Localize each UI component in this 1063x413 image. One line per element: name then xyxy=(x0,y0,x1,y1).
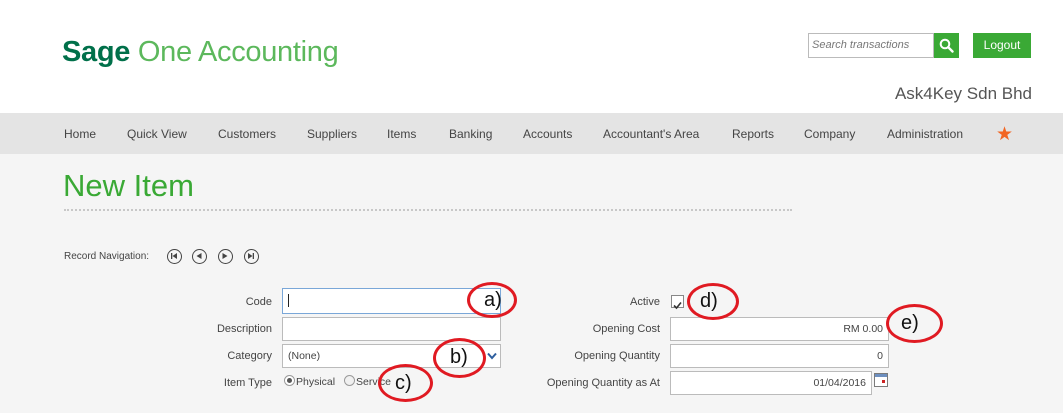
nav-banking[interactable]: Banking xyxy=(449,127,492,141)
last-record-button[interactable] xyxy=(244,249,259,264)
annotation-label-e: e) xyxy=(901,312,919,334)
annotation-label-d: d) xyxy=(700,290,718,312)
app-logo[interactable]: Sage One Accounting xyxy=(62,36,339,69)
description-label: Description xyxy=(216,323,272,335)
active-label: Active xyxy=(630,296,660,308)
search-button[interactable] xyxy=(934,33,959,58)
page-title: New Item xyxy=(63,168,194,203)
title-divider xyxy=(64,209,792,211)
item-type-label: Item Type xyxy=(223,377,272,389)
header: Sage One Accounting Search transactions … xyxy=(0,0,1063,113)
physical-label: Physical xyxy=(296,376,336,388)
dropdown-arrow-icon xyxy=(487,352,497,360)
annotation-label-b: b) xyxy=(450,346,468,368)
main-nav: Home Quick View Customers Suppliers Item… xyxy=(0,113,1063,154)
radio-unselected-icon xyxy=(344,375,355,386)
nav-company[interactable]: Company xyxy=(804,127,855,141)
nav-customers[interactable]: Customers xyxy=(218,127,276,141)
previous-record-icon xyxy=(196,253,202,259)
search-input[interactable]: Search transactions xyxy=(808,33,934,58)
calendar-icon[interactable] xyxy=(874,373,888,387)
next-record-button[interactable] xyxy=(218,249,233,264)
category-value: (None) xyxy=(288,350,321,362)
company-name: Ask4Key Sdn Bhd xyxy=(894,84,1032,103)
opening-quantity-as-at-label: Opening Quantity as At xyxy=(546,377,660,389)
nav-items[interactable]: Items xyxy=(387,127,416,141)
logo-brand: Sage xyxy=(62,36,131,68)
record-navigation-label: Record Navigation: xyxy=(64,251,150,262)
previous-record-button[interactable] xyxy=(192,249,207,264)
category-label: Category xyxy=(227,350,272,362)
logout-button[interactable]: Logout xyxy=(973,33,1031,58)
search-icon xyxy=(939,38,954,53)
opening-quantity-label: Opening Quantity xyxy=(574,350,660,362)
description-input[interactable] xyxy=(282,317,501,341)
active-checkbox[interactable] xyxy=(671,295,684,310)
nav-home[interactable]: Home xyxy=(64,127,96,141)
logo-product: One Accounting xyxy=(130,36,339,68)
opening-cost-label: Opening Cost xyxy=(592,323,660,335)
nav-suppliers[interactable]: Suppliers xyxy=(307,127,357,141)
nav-accounts[interactable]: Accounts xyxy=(523,127,572,141)
annotation-label-c: c) xyxy=(395,372,412,394)
opening-cost-input[interactable]: RM 0.00 xyxy=(670,317,889,341)
star-icon[interactable]: ★ xyxy=(996,123,1013,145)
text-cursor xyxy=(288,294,289,307)
nav-administration[interactable]: Administration xyxy=(887,127,963,141)
radio-selected-icon xyxy=(284,375,295,386)
opening-quantity-as-at-input[interactable]: 01/04/2016 xyxy=(670,371,872,395)
nav-reports[interactable]: Reports xyxy=(732,127,774,141)
code-label: Code xyxy=(245,296,272,308)
next-record-icon xyxy=(222,253,228,259)
first-record-icon xyxy=(171,253,177,259)
last-record-icon xyxy=(248,253,254,259)
annotation-label-a: a) xyxy=(484,289,502,311)
opening-quantity-input[interactable]: 0 xyxy=(670,344,889,368)
nav-quick-view[interactable]: Quick View xyxy=(127,127,187,141)
first-record-button[interactable] xyxy=(167,249,182,264)
checkmark-icon xyxy=(673,301,682,310)
nav-accountants-area[interactable]: Accountant's Area xyxy=(603,127,699,141)
